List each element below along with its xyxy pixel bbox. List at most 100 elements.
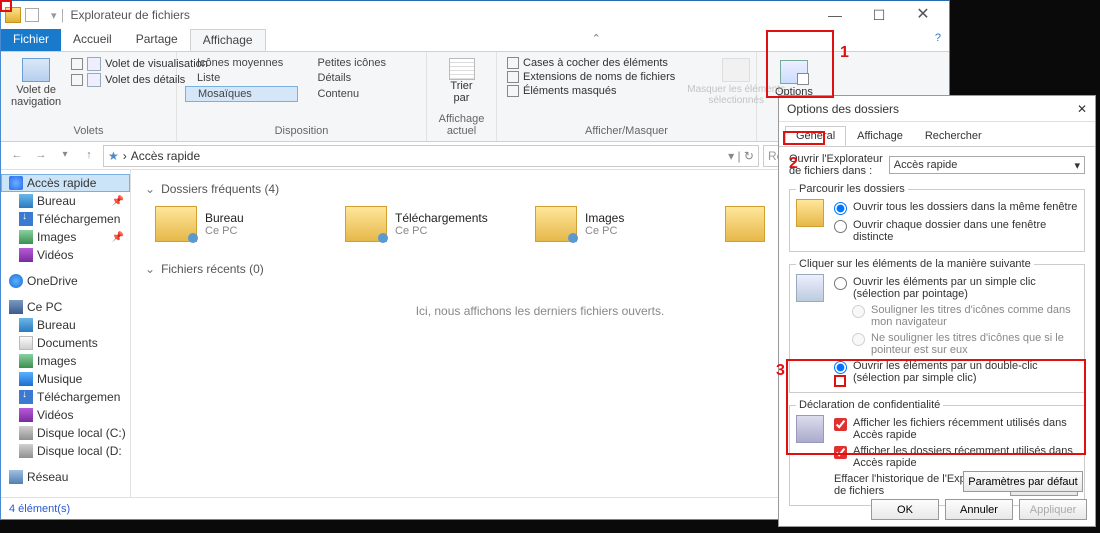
details-icon <box>87 73 101 87</box>
sidebar-item-local-d[interactable]: Disque local (D: <box>1 442 130 460</box>
address-bar[interactable]: ★ › Accès rapide ▾ | ↻ <box>103 145 759 167</box>
annotation-number-1: 1 <box>840 44 849 62</box>
annotation-number-2: 2 <box>789 155 798 173</box>
window-title: Explorateur de fichiers <box>70 8 813 22</box>
layout-details[interactable]: Détails <box>306 71 419 85</box>
annotation-box-1 <box>766 30 834 98</box>
drive-icon <box>19 426 33 440</box>
tab-home[interactable]: Accueil <box>61 29 124 51</box>
minimize-button[interactable]: — <box>813 1 857 29</box>
folder-item-downloads[interactable]: TéléchargementsCe PC <box>345 206 535 242</box>
pc-icon <box>9 300 23 314</box>
nav-pane-icon <box>22 58 50 82</box>
dialog-tab-view[interactable]: Affichage <box>846 126 914 146</box>
dialog-tab-search[interactable]: Rechercher <box>914 126 993 146</box>
sidebar-item-videos[interactable]: Vidéos <box>1 246 130 264</box>
dialog-title: Options des dossiers <box>787 102 899 116</box>
hidden-items-toggle[interactable]: Éléments masqués <box>505 84 677 98</box>
sidebar-item-documents[interactable]: Documents <box>1 334 130 352</box>
help-icon[interactable]: ? <box>927 29 949 51</box>
music-icon <box>19 372 33 386</box>
address-text[interactable]: Accès rapide <box>131 149 200 163</box>
sidebar-item-local-c[interactable]: Disque local (C:) <box>1 424 130 442</box>
nav-up-button[interactable]: ↑ <box>79 146 99 166</box>
ok-button[interactable]: OK <box>871 499 939 520</box>
nav-pane-label: Volet de navigation <box>11 84 61 108</box>
maximize-button[interactable]: ☐ <box>857 1 901 29</box>
folder-icon <box>345 206 387 242</box>
file-extensions-toggle[interactable]: Extensions de noms de fichiers <box>505 70 677 84</box>
drive-icon <box>19 444 33 458</box>
tab-view[interactable]: Affichage <box>190 29 266 51</box>
pin-icon: 📌 <box>112 232 124 243</box>
breadcrumb[interactable]: › <box>123 149 127 163</box>
sidebar-item-music[interactable]: Musique <box>1 370 130 388</box>
sidebar-item-this-pc[interactable]: Ce PC <box>1 298 130 316</box>
sidebar-item-desktop-pc[interactable]: Bureau <box>1 316 130 334</box>
images-icon <box>19 354 33 368</box>
star-icon <box>9 176 23 190</box>
nav-pane-button[interactable]: Volet de navigation <box>9 56 63 110</box>
cancel-button[interactable]: Annuler <box>945 499 1013 520</box>
layout-list[interactable]: Liste <box>185 71 298 85</box>
annotation-box-tab <box>783 131 825 145</box>
annotation-check-1 <box>834 375 846 387</box>
sidebar-item-desktop[interactable]: Bureau📌 <box>1 192 130 210</box>
sidebar-item-images[interactable]: Images📌 <box>1 228 130 246</box>
nav-history-button[interactable]: ▾ <box>55 146 75 166</box>
sidebar-item-images-pc[interactable]: Images <box>1 352 130 370</box>
apply-button: Appliquer <box>1019 499 1087 520</box>
hide-selected-icon <box>722 58 750 82</box>
layout-tiles[interactable]: Mosaïques <box>185 86 298 102</box>
nav-forward-button[interactable]: → <box>31 146 51 166</box>
radio-separate-window[interactable]: Ouvrir chaque dossier dans une fenêtre d… <box>834 217 1078 245</box>
sidebar-item-quick-access[interactable]: Accès rapide <box>1 174 130 192</box>
onedrive-icon <box>9 274 23 288</box>
sidebar-item-downloads-pc[interactable]: Téléchargemen <box>1 388 130 406</box>
item-checkboxes-toggle[interactable]: Cases à cocher des éléments <box>505 56 677 70</box>
sort-by-button[interactable]: Trier par <box>443 56 481 106</box>
folder-icon <box>535 206 577 242</box>
sidebar-item-downloads[interactable]: Téléchargemen <box>1 210 130 228</box>
desktop-icon <box>19 318 33 332</box>
nav-back-button[interactable]: ← <box>7 146 27 166</box>
tab-share[interactable]: Partage <box>124 29 190 51</box>
sidebar-item-videos-pc[interactable]: Vidéos <box>1 406 130 424</box>
dialog-close-button[interactable]: ✕ <box>1077 102 1087 116</box>
folder-item-images[interactable]: ImagesCe PC <box>535 206 725 242</box>
preview-icon <box>87 57 101 71</box>
sidebar-item-network[interactable]: Réseau <box>1 468 130 486</box>
layout-content[interactable]: Contenu <box>306 86 419 102</box>
ribbon-collapse-icon[interactable]: ⌃ <box>584 29 609 51</box>
qat-separator: ▾ │ <box>51 9 66 22</box>
layout-medium-icons[interactable]: Icônes moyennes <box>185 56 298 70</box>
folder-item-bureau[interactable]: BureauCe PC <box>155 206 345 242</box>
sidebar-item-onedrive[interactable]: OneDrive <box>1 272 130 290</box>
folder-item-videos[interactable] <box>725 206 765 242</box>
browse-icon <box>796 199 824 227</box>
pin-icon: 📌 <box>112 196 124 207</box>
radio-underline-hover: Ne souligner les titres d'icônes que si … <box>834 330 1078 358</box>
sort-icon <box>449 58 475 80</box>
downloads-icon <box>19 212 33 226</box>
tab-file[interactable]: Fichier <box>1 29 61 51</box>
nav-tree: Accès rapide Bureau📌 Téléchargemen Image… <box>1 170 131 497</box>
restore-defaults-button[interactable]: Paramètres par défaut <box>963 471 1083 492</box>
radio-same-window[interactable]: Ouvrir tous les dossiers dans la même fe… <box>834 199 1078 217</box>
videos-icon <box>19 248 33 262</box>
title-bar: ▾ │ Explorateur de fichiers — ☐ ✕ <box>1 1 949 29</box>
annotation-number-3: 3 <box>776 362 785 380</box>
browse-legend: Parcourir les dossiers <box>796 183 908 195</box>
open-explorer-combo[interactable]: Accès rapide▾ <box>889 156 1085 174</box>
close-button[interactable]: ✕ <box>901 1 945 29</box>
sort-label: Trier par <box>450 80 472 104</box>
desktop-icon <box>19 194 33 208</box>
network-icon <box>9 470 23 484</box>
folder-options-dialog: Options des dossiers✕ Général Affichage … <box>778 95 1096 527</box>
qat-icon[interactable] <box>25 8 39 22</box>
radio-single-click[interactable]: Ouvrir les éléments par un simple clic (… <box>834 274 1078 302</box>
annotation-box-3 <box>786 359 1086 455</box>
layout-small-icons[interactable]: Petites icônes <box>306 56 419 70</box>
browse-folders-group: Parcourir les dossiers Ouvrir tous les d… <box>789 183 1085 252</box>
videos-icon <box>19 408 33 422</box>
